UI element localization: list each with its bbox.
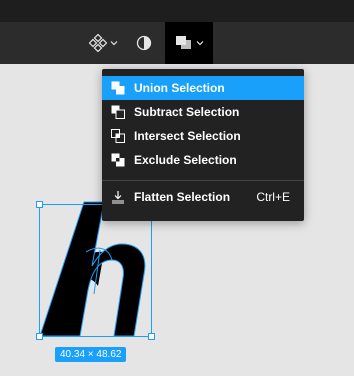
boolean-operations-button[interactable] <box>165 22 213 64</box>
menu-item-label: Union Selection <box>134 81 225 95</box>
exclude-icon <box>111 153 125 167</box>
shortcut-label: Ctrl+E <box>256 190 290 204</box>
mask-icon <box>136 35 152 51</box>
menu-item-label: Exclude Selection <box>134 153 237 167</box>
resize-handle-bottom-left[interactable] <box>36 333 43 340</box>
app-window: 40.34 × 48.62 Union Selection Subtract S… <box>0 0 354 376</box>
boolean-operations-menu: Union Selection Subtract Selection Inter… <box>102 69 304 221</box>
title-strip <box>0 0 354 22</box>
subtract-icon <box>111 105 125 119</box>
intersect-icon <box>111 129 125 143</box>
selection-bounding-box[interactable] <box>36 201 155 340</box>
menu-item-subtract[interactable]: Subtract Selection <box>102 100 304 124</box>
menu-item-label: Intersect Selection <box>134 129 241 143</box>
component-button[interactable] <box>82 22 124 64</box>
boolean-union-icon <box>175 36 191 49</box>
resize-handle-bottom-right[interactable] <box>148 333 155 340</box>
menu-item-intersect[interactable]: Intersect Selection <box>102 124 304 148</box>
menu-item-flatten[interactable]: Flatten Selection Ctrl+E <box>102 185 304 209</box>
chevron-down-icon <box>110 41 117 46</box>
menu-item-exclude[interactable]: Exclude Selection <box>102 148 304 172</box>
union-icon <box>111 81 125 95</box>
mask-button[interactable] <box>128 22 160 64</box>
component-icon <box>88 34 107 52</box>
menu-item-label: Subtract Selection <box>134 105 240 119</box>
menu-item-label: Flatten Selection <box>134 190 231 204</box>
chevron-down-icon <box>196 41 203 46</box>
menu-item-union[interactable]: Union Selection <box>102 76 304 100</box>
menu-divider <box>102 180 304 181</box>
resize-handle-top-left[interactable] <box>36 201 43 208</box>
size-badge: 40.34 × 48.62 <box>55 347 127 362</box>
toolbar <box>0 22 354 64</box>
flatten-icon <box>112 191 124 204</box>
